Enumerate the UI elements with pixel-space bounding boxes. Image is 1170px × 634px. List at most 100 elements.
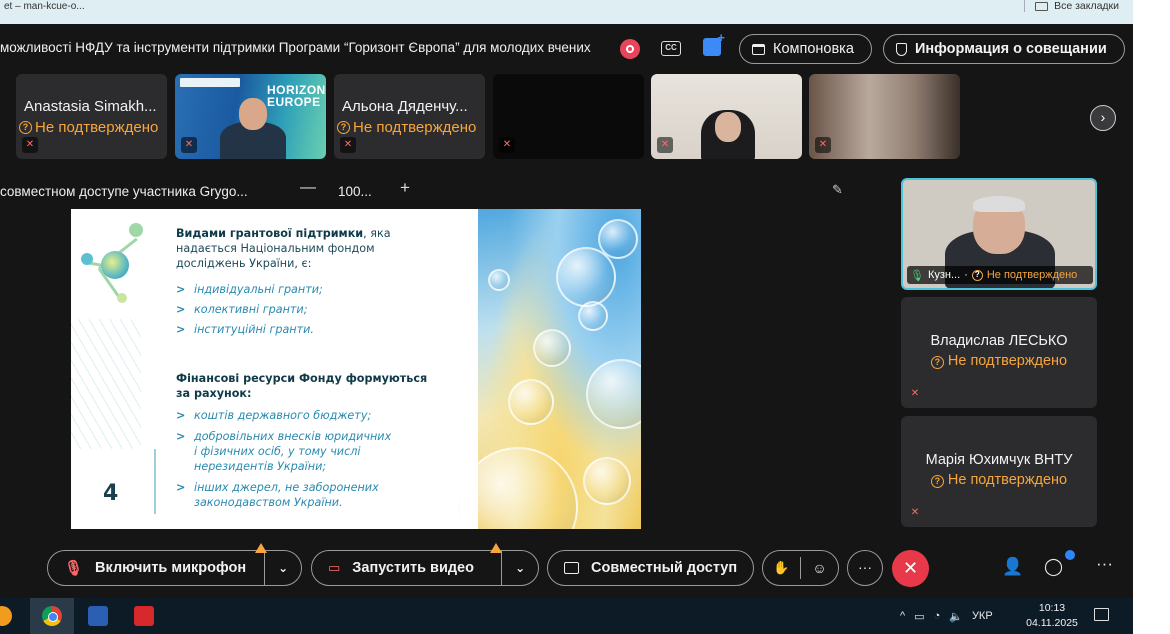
warning-icon: ? <box>930 356 944 369</box>
mic-muted-icon: ✕ <box>22 137 38 153</box>
emoji-reaction-icon[interactable]: ☺ <box>801 560 838 576</box>
mic-muted-icon: ✕ <box>910 507 920 518</box>
chevron-right-icon[interactable]: › <box>1090 105 1116 131</box>
participant-status: ? Не подтверждено <box>901 472 1097 488</box>
mic-muted-icon: ✕ <box>340 137 356 153</box>
participant-video-tile[interactable]: HORIZON EUROPE ✕ <box>175 74 326 159</box>
participant-tile[interactable]: ✕ <box>493 74 644 159</box>
share-button[interactable]: Совместный доступ <box>547 550 754 586</box>
layout-window-icon <box>752 43 765 55</box>
app-icon[interactable] <box>0 606 12 626</box>
warning-icon: ? <box>930 475 944 488</box>
speaker-name: Кузн... <box>927 269 961 281</box>
grant-type-text: інституційні гранти. <box>194 323 314 336</box>
windows-taskbar: ^ ▭ ◔ 🔈 УКР 10:13 04.11.2025 <box>0 598 1133 634</box>
clock-date: 04.11.2025 <box>1026 617 1078 629</box>
participant-status-text: Не подтверждено <box>353 119 477 136</box>
list-item: > добровільних внесків юридичних і фізичн… <box>176 430 392 473</box>
meeting-info-button[interactable]: Информация о совещании <box>883 34 1125 64</box>
molecule-node <box>81 253 93 265</box>
closed-captions-icon[interactable]: CC <box>661 41 681 56</box>
system-clock[interactable]: 10:13 04.11.2025 <box>1024 601 1080 631</box>
zoom-in-button[interactable]: + <box>400 178 410 198</box>
participant-tile[interactable]: Anastasia Simakh... ? Не подтверждено ✕ <box>16 74 167 159</box>
meeting-header: можливості НФДУ та інструменти підтримки… <box>0 24 1133 74</box>
participant-tile[interactable]: Альона Дяденчу... ? Не подтверждено ✕ <box>334 74 485 159</box>
speaker-label: 🎙 Кузн... · ? Не подтверждено <box>907 266 1093 284</box>
annotate-icon[interactable]: ✎ <box>832 182 843 198</box>
bubble <box>586 359 641 429</box>
end-call-button[interactable]: ✕ <box>892 550 929 587</box>
browser-toolbar: et – man-kcue-o... Все закладки <box>0 0 1133 24</box>
bubbles-image <box>458 209 641 529</box>
finance-line-1: Фінансові ресурси Фонду формуються <box>176 372 428 385</box>
whiteboard-add-icon[interactable] <box>703 30 725 56</box>
participant-tile[interactable]: Владислав ЛЕСЬКО ? Не подтверждено ✕ <box>901 297 1097 408</box>
slide-content: Видами грантової підтримки, яка надаєтьс… <box>71 209 478 529</box>
all-bookmarks[interactable]: Все закладки <box>1024 0 1119 12</box>
participant-status-text: Не подтверждено <box>947 353 1068 369</box>
speaker-status: Не подтверждено <box>986 269 1078 281</box>
finance-heading: Фінансові ресурси Фонду формуються за ра… <box>176 371 476 401</box>
dna-decoration <box>71 319 141 449</box>
bubble <box>508 379 554 425</box>
shield-icon <box>896 42 907 56</box>
list-item: > індивідуальні гранти; <box>176 283 323 296</box>
warning-icon: ? <box>971 269 983 281</box>
molecule-node <box>129 223 143 237</box>
reactions-control: ✋ ☺ <box>762 550 839 586</box>
chrome-icon[interactable] <box>42 606 62 626</box>
participants-icon[interactable]: 👤 <box>1002 557 1023 577</box>
participant-video-tile[interactable]: ✕ <box>651 74 802 159</box>
share-screen-icon <box>564 562 579 574</box>
slide-page-number: 4 <box>103 481 119 506</box>
mic-muted-icon: ✕ <box>499 137 515 153</box>
finance-item-text: інших джерел, не заборонених <box>194 481 379 494</box>
chat-icon[interactable]: ◯ <box>1044 557 1063 577</box>
meeting-window: можливості НФДУ та інструменти підтримки… <box>0 24 1133 598</box>
right-margin <box>1133 0 1170 634</box>
more-icon[interactable]: ··· <box>1096 554 1113 574</box>
share-source-label: совместном доступе участника Grygo... <box>0 184 248 199</box>
chevron-down-icon[interactable]: ⌄ <box>265 561 301 575</box>
battery-icon[interactable]: ▭ <box>914 610 924 623</box>
participant-name: Anastasia Simakh... <box>24 98 157 115</box>
finance-item-text: законодавством України. <box>194 496 343 509</box>
layout-button-label: Компоновка <box>773 41 854 57</box>
list-item: > інституційні гранти. <box>176 323 314 336</box>
finance-item-text: і фізичних осіб, у тому числі <box>194 445 361 458</box>
word-icon[interactable] <box>88 606 108 626</box>
unmute-button[interactable]: 🎙 Включить микрофон <box>48 551 264 585</box>
horizon-europe-text: HORIZON EUROPE <box>267 83 326 109</box>
active-speaker-tile[interactable]: 🎙 Кузн... · ? Не подтверждено <box>901 178 1097 290</box>
person-head <box>715 112 741 142</box>
participant-tile[interactable]: Марія Юхимчук ВНТУ ? Не подтверждено ✕ <box>901 416 1097 527</box>
wifi-icon[interactable]: ◔ <box>934 610 941 622</box>
intro-rest-text: , яка <box>363 227 391 240</box>
more-options-button[interactable]: ··· <box>847 550 883 586</box>
zoom-out-button[interactable]: — <box>300 179 316 197</box>
start-video-button[interactable]: ▭ Запустить видео <box>312 551 501 585</box>
list-item: > інших джерел, не заборонених законодавс… <box>176 481 379 509</box>
chevron-up-icon[interactable]: ^ <box>900 610 905 622</box>
language-indicator[interactable]: УКР <box>972 610 993 622</box>
person-hair <box>973 196 1025 212</box>
grant-support-intro: Видами грантової підтримки, яка надаєтьс… <box>176 226 476 271</box>
pdf-reader-icon[interactable] <box>134 606 154 626</box>
video-control: ▭ Запустить видео ⌄ <box>311 543 539 586</box>
layout-button[interactable]: Компоновка <box>739 34 872 64</box>
participant-status: ? Не подтверждено <box>337 119 476 136</box>
zoom-level[interactable]: 100... <box>338 184 372 199</box>
grant-types-list: > індивідуальні гранти; > колективні грант… <box>176 280 476 340</box>
chevron-down-icon[interactable]: ⌄ <box>502 561 538 575</box>
shared-slide: Видами грантової підтримки, яка надаєтьс… <box>71 209 641 529</box>
raise-hand-icon[interactable]: ✋ <box>763 560 800 576</box>
recording-icon[interactable] <box>620 39 640 59</box>
bubble <box>533 329 571 367</box>
notifications-icon[interactable] <box>1094 608 1109 621</box>
volume-icon[interactable]: 🔈 <box>949 610 963 623</box>
browser-tab-title[interactable]: et – man-kcue-o... <box>4 0 85 14</box>
bubble <box>578 301 608 331</box>
participant-video-tile[interactable]: ✕ <box>809 74 960 159</box>
intro-line-3: досліджень України, є: <box>176 257 312 270</box>
